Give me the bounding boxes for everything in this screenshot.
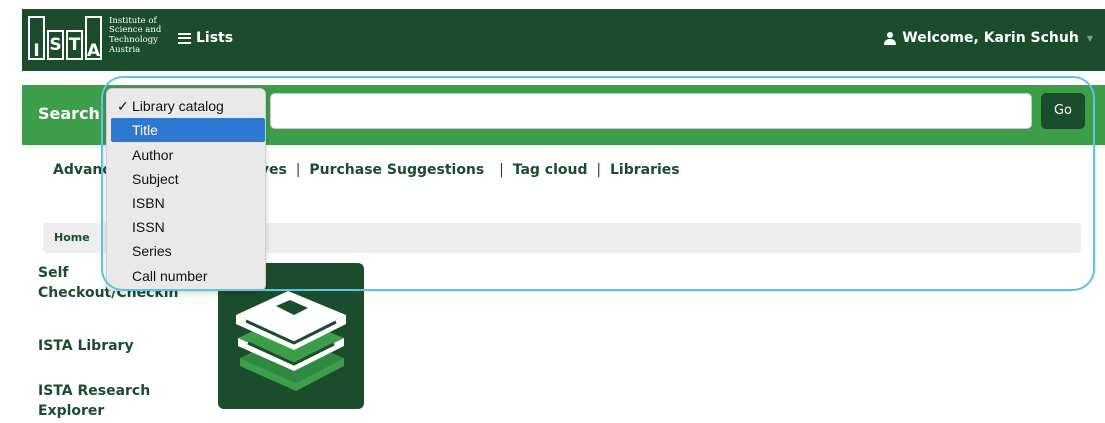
highlight-frame (101, 76, 1095, 291)
lists-label: Lists (196, 30, 234, 46)
logo-text-line: Austria (109, 44, 141, 55)
logo-letter: I (28, 16, 45, 61)
logo-letter: S (47, 30, 64, 60)
logo-letters: I S T A (28, 16, 104, 61)
top-navbar: I S T A Institute of Science and Technol… (22, 9, 1105, 71)
sidebar-item-label: ISTA Library (38, 338, 134, 354)
caret-down-icon: ▼ (1086, 33, 1093, 43)
logo-text: Institute of Science and Technology Aust… (109, 16, 161, 55)
search-label: Search (38, 104, 100, 123)
logo-letter: A (85, 16, 102, 61)
sidebar-item-label: ISTA Research (38, 383, 151, 399)
logo-letter: T (66, 30, 83, 60)
sidebar-item-research-explorer[interactable]: ISTA Research Explorer (38, 381, 150, 421)
sidebar-item-label: Explorer (38, 403, 105, 419)
welcome-label: Welcome, Karin Schuh (902, 30, 1079, 46)
user-icon (884, 31, 897, 45)
user-menu-button[interactable]: Welcome, Karin Schuh ▼ (884, 30, 1093, 46)
sidebar-item-ista-library[interactable]: ISTA Library (38, 336, 134, 356)
list-icon (178, 32, 191, 44)
lists-menu-button[interactable]: Lists (178, 30, 233, 46)
breadcrumb-home[interactable]: Home (54, 231, 90, 244)
ista-logo[interactable]: I S T A Institute of Science and Technol… (28, 16, 161, 61)
